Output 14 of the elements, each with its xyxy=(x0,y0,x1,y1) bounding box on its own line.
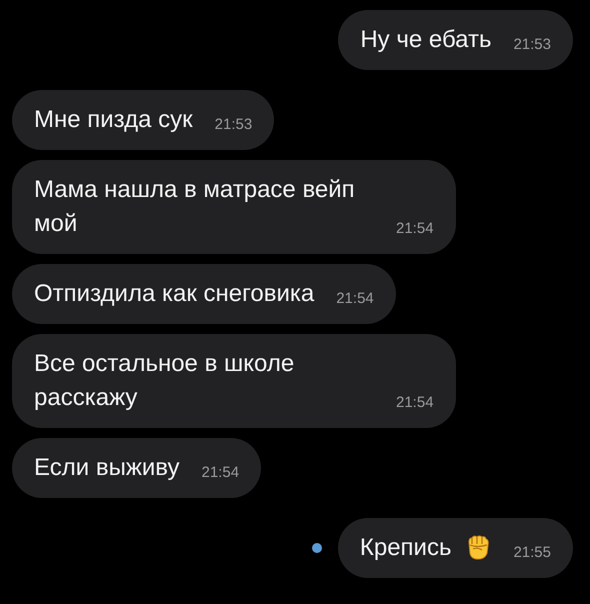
message-time: 21:55 xyxy=(513,543,551,563)
message-time: 21:53 xyxy=(214,115,252,135)
message-time: 21:54 xyxy=(336,289,374,309)
message-time: 21:54 xyxy=(396,393,434,413)
message-text: Мне пизда сук xyxy=(34,105,193,135)
message-text: Ну че ебать xyxy=(360,25,492,55)
message-text: Мама нашла в матрасе вейп мой xyxy=(34,175,356,239)
message-text: Крепись xyxy=(360,533,452,563)
message-time: 21:54 xyxy=(202,463,240,483)
message-text: Отпиздила как снеговика xyxy=(34,279,314,309)
message-time: 21:54 xyxy=(396,219,434,239)
message-text: Все остальное в школе расскажу xyxy=(34,349,296,413)
message-text: Если выживу xyxy=(34,453,180,483)
message-time: 21:53 xyxy=(513,35,551,55)
